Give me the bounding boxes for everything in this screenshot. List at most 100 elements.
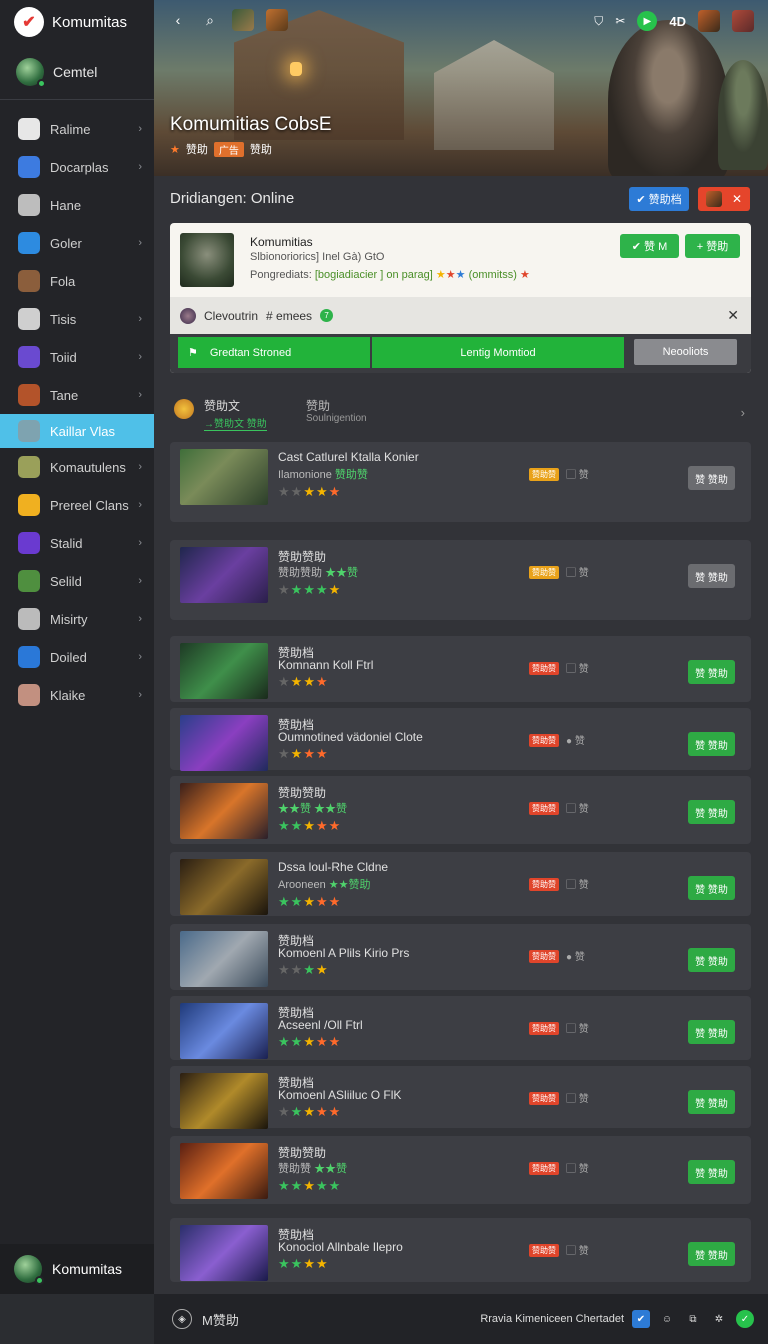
banner-right-tools: ⛉ ✂ ▶ 4D bbox=[594, 10, 754, 32]
footer-left[interactable]: ◈ M赞助 bbox=[172, 1309, 239, 1329]
smile-icon[interactable]: ☺ bbox=[658, 1310, 676, 1328]
sidebar-item-icon bbox=[18, 420, 40, 442]
sidebar-item[interactable]: Doiled › bbox=[0, 638, 154, 676]
sidebar-item[interactable]: Tane › bbox=[0, 376, 154, 414]
sidebar-item[interactable]: Hane bbox=[0, 186, 154, 224]
notification-icon[interactable]: ⧉ bbox=[684, 1310, 702, 1328]
card-join-button[interactable]: + 赞助 bbox=[685, 234, 740, 258]
list-item[interactable]: 赞助赞助 赞助赞 ★★赞 ★★★★★ 赞助赞 ▢ 赞赞 赞助 bbox=[170, 1136, 751, 1204]
sidebar-item[interactable]: Docarplas › bbox=[0, 148, 154, 186]
join-button[interactable]: 赞 赞助 bbox=[688, 732, 735, 756]
star-icon: ★ bbox=[278, 818, 291, 833]
shield-icon[interactable]: ⛉ bbox=[594, 14, 603, 29]
card-green-button-1[interactable]: ⚑ Gredtan Stroned bbox=[178, 337, 370, 368]
join-button[interactable]: 赞 赞助 bbox=[688, 1090, 735, 1114]
sidebar-item[interactable]: Fola bbox=[0, 262, 154, 300]
sidebar-item-icon bbox=[18, 608, 40, 630]
join-button[interactable]: 赞 赞助 bbox=[688, 660, 735, 684]
star-icon: ★ bbox=[303, 1178, 316, 1193]
join-button[interactable]: 赞 赞助 bbox=[688, 564, 735, 588]
star-icon: ★ bbox=[315, 1034, 329, 1049]
sidebar-item[interactable]: Toiid › bbox=[0, 338, 154, 376]
list-item[interactable]: Cast Catlurel Ktalla Konier Ilamonione 赞助… bbox=[170, 442, 751, 522]
rating-stars: ★★★★★ bbox=[278, 484, 341, 500]
game-thumb2-icon[interactable] bbox=[266, 9, 288, 31]
sidebar-item[interactable]: Komautulens › bbox=[0, 448, 154, 486]
footer-bar: ◈ M赞助 Rravia Kimeniceen Chertadet ✔ ☺ ⧉ … bbox=[154, 1294, 768, 1344]
list-item[interactable]: 赞助档 Konociol Allnbale Ilepro ★★★★ 赞助赞 ▢ 赞赞 赞… bbox=[170, 1218, 751, 1282]
search-icon[interactable]: ⌕ bbox=[200, 10, 220, 30]
card-gray-button[interactable]: Neooliots bbox=[634, 339, 737, 365]
star-icon: ★ bbox=[303, 962, 316, 977]
star-icon: ★ bbox=[290, 818, 304, 833]
verify-icon[interactable]: ✔ bbox=[632, 1310, 650, 1328]
join-button[interactable]: 赞 赞助 bbox=[688, 1242, 735, 1266]
join-button[interactable]: 赞 赞助 bbox=[688, 800, 735, 824]
back-icon[interactable]: ‹ bbox=[168, 10, 188, 30]
sidebar-item[interactable]: Klaike › bbox=[0, 676, 154, 714]
flag-icon[interactable]: ▶ bbox=[637, 11, 658, 31]
join-button[interactable]: 赞 赞助 bbox=[688, 1160, 735, 1184]
settings-icon[interactable]: ✲ bbox=[710, 1310, 728, 1328]
header-action-button[interactable]: ✔ 赞助档 bbox=[629, 187, 689, 211]
list-item[interactable]: 赞助档 Komnann Koll Ftrl ★★★★ 赞助赞 ▢ 赞赞 赞助 bbox=[170, 636, 751, 702]
filter-tab-2-sub: Soulnigention bbox=[306, 413, 367, 424]
game-thumb-icon[interactable] bbox=[232, 9, 254, 31]
list-item[interactable]: 赞助赞助 ★★赞 ★★赞 ★★★★★ 赞助赞 ▢ 赞赞 赞助 bbox=[170, 776, 751, 844]
list-item[interactable]: 赞助档 Komoenl ASliiluc O FlK ★★★★★ 赞助赞 ▢ 赞赞 赞助 bbox=[170, 1066, 751, 1129]
sidebar-item[interactable]: Prereel Clans › bbox=[0, 486, 154, 524]
chevron-right-icon[interactable]: › bbox=[741, 405, 745, 420]
card-follow-button[interactable]: ✔ 赞 M bbox=[620, 234, 679, 258]
star-icon: ★ bbox=[170, 143, 180, 156]
strip-close-icon[interactable]: ✕ bbox=[727, 307, 739, 324]
sidebar-item[interactable]: Kaillar Vlas bbox=[0, 414, 154, 448]
sidebar-item[interactable]: Goler › bbox=[0, 224, 154, 262]
brand[interactable]: ✔ Komumitas bbox=[0, 0, 154, 44]
star-icon: ★ bbox=[290, 1104, 304, 1119]
join-button[interactable]: 赞 赞助 bbox=[688, 876, 735, 900]
tools-icon[interactable]: ✂ bbox=[615, 14, 625, 28]
sidebar-item[interactable]: Tisis › bbox=[0, 300, 154, 338]
item-subtitle: Komoenl ASliiluc O FlK bbox=[278, 1088, 402, 1102]
card-line2: Slbionoriorics] Inel Gà) GtO bbox=[250, 251, 385, 263]
status-badge: 赞助赞 bbox=[529, 1092, 559, 1105]
filter-tab-2[interactable]: 赞助 bbox=[306, 397, 330, 414]
list-item[interactable]: 赞助档 Acseenl /Oll Ftrl ★★★★★ 赞助赞 ▢ 赞赞 赞助 bbox=[170, 996, 751, 1060]
card-green-button-2[interactable]: Lentig Momtiod bbox=[372, 337, 624, 368]
filter-badge-icon bbox=[174, 399, 194, 419]
user-avatar-icon[interactable] bbox=[698, 10, 720, 32]
item-meta-text: 赞助赞助 bbox=[278, 567, 322, 579]
star-icon: ★ bbox=[303, 818, 316, 833]
user-avatar2-icon[interactable] bbox=[732, 10, 754, 32]
item-subtitle: Acseenl /Oll Ftrl bbox=[278, 1018, 363, 1032]
sidebar-item[interactable]: Ralime › bbox=[0, 110, 154, 148]
item-subtitle: Konociol Allnbale Ilepro bbox=[278, 1240, 403, 1254]
item-info-icon: ▢ 赞 bbox=[566, 470, 589, 481]
join-button[interactable]: 赞 赞助 bbox=[688, 948, 735, 972]
item-info-icon: ▢ 赞 bbox=[566, 1094, 589, 1105]
list-item[interactable]: 赞助档 Oumnotined vädoniel Clote ★★★★ 赞助赞 ● 赞赞 … bbox=[170, 708, 751, 771]
profile[interactable]: Cemtel bbox=[0, 44, 154, 100]
strip-label2: # emees bbox=[266, 308, 313, 323]
list-item[interactable]: 赞助档 Komoenl A Plils Kirio Prs ★★★★ 赞助赞 ● 赞赞 … bbox=[170, 924, 751, 990]
join-button[interactable]: 赞 赞助 bbox=[688, 1020, 735, 1044]
list-item[interactable]: Dssa loul-Rhe Cldne Arooneen ★★赞助 ★★★★★ 赞助赞… bbox=[170, 852, 751, 916]
list-item[interactable]: 赞助赞助 赞助赞助 ★★赞 ★★★★★ 赞助赞 ▢ 赞赞 赞助 bbox=[170, 540, 751, 620]
sidebar-item-label: Goler bbox=[50, 235, 82, 251]
sidebar-footer[interactable]: Komumitas bbox=[0, 1244, 154, 1294]
star-icon: ★ bbox=[315, 818, 329, 833]
star-icon: ★ bbox=[315, 1256, 329, 1271]
filter-tab-1[interactable]: 赞助文 bbox=[204, 397, 240, 414]
card-line3-suffix: (ommitss) bbox=[468, 269, 517, 281]
star-icon: ★ bbox=[435, 269, 446, 281]
join-button[interactable]: 赞 赞助 bbox=[688, 466, 735, 490]
sidebar-item[interactable]: Selild › bbox=[0, 562, 154, 600]
header-close-button[interactable]: ✕ bbox=[698, 187, 750, 211]
sidebar-item[interactable]: Stalid › bbox=[0, 524, 154, 562]
chevron-right-icon: › bbox=[138, 461, 142, 473]
status-icon[interactable]: ✓ bbox=[736, 1310, 754, 1328]
footer-avatar bbox=[14, 1255, 44, 1285]
star-icon: ★ bbox=[303, 582, 316, 597]
item-subtitle: Komoenl A Plils Kirio Prs bbox=[278, 946, 410, 960]
sidebar-item[interactable]: Misirty › bbox=[0, 600, 154, 638]
